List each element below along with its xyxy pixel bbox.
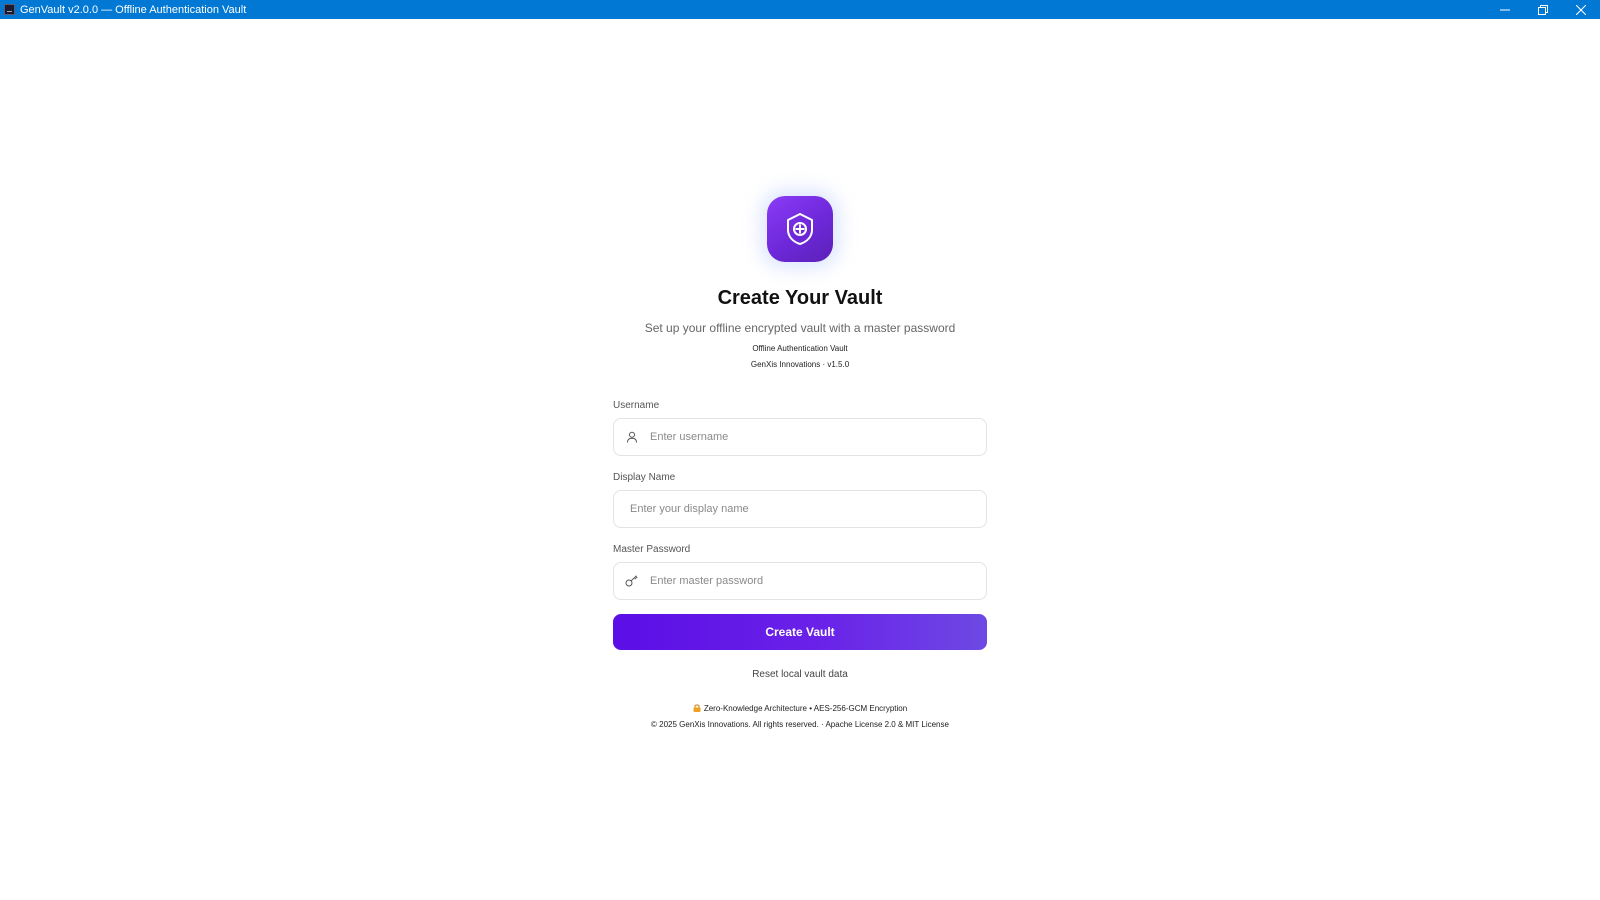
page-title: Create Your Vault	[717, 287, 883, 309]
close-icon	[1576, 4, 1586, 15]
copyright-text: © 2025 GenXis Innovations. All rights re…	[651, 720, 949, 729]
user-icon	[624, 429, 640, 445]
company-version: GenXis Innovations · v1.5.0	[750, 360, 850, 369]
window-titlebar[interactable]: GenVault v2.0.0 — Offline Authentication…	[0, 0, 1600, 19]
display-name-input[interactable]	[628, 493, 986, 525]
reset-vault-link[interactable]: Reset local vault data	[613, 669, 987, 680]
username-label: Username	[613, 400, 660, 411]
app-logo	[767, 196, 833, 262]
lock-icon	[693, 704, 701, 712]
master-password-input[interactable]	[648, 565, 986, 597]
display-name-label: Display Name	[613, 472, 676, 483]
window-title: GenVault v2.0.0 — Offline Authentication…	[20, 3, 247, 16]
master-password-label: Master Password	[613, 544, 691, 555]
app-icon	[4, 4, 15, 15]
page-subtitle: Set up your offline encrypted vault with…	[644, 321, 956, 335]
close-button[interactable]	[1562, 0, 1600, 19]
username-field[interactable]	[613, 418, 987, 456]
minimize-button[interactable]	[1486, 0, 1524, 19]
key-icon	[624, 573, 640, 589]
shield-plus-icon	[787, 213, 813, 245]
minimize-icon	[1500, 9, 1510, 10]
master-password-field[interactable]	[613, 562, 987, 600]
create-vault-button[interactable]: Create Vault	[613, 614, 987, 650]
security-text: Zero-Knowledge Architecture • AES-256-GC…	[703, 704, 908, 713]
display-name-field[interactable]	[613, 490, 987, 528]
product-tagline: Offline Authentication Vault	[752, 344, 848, 353]
restore-button[interactable]	[1524, 0, 1562, 19]
restore-icon	[1538, 4, 1548, 15]
window-controls	[1486, 0, 1600, 19]
security-info: Zero-Knowledge Architecture • AES-256-GC…	[613, 704, 987, 713]
username-input[interactable]	[648, 421, 986, 453]
